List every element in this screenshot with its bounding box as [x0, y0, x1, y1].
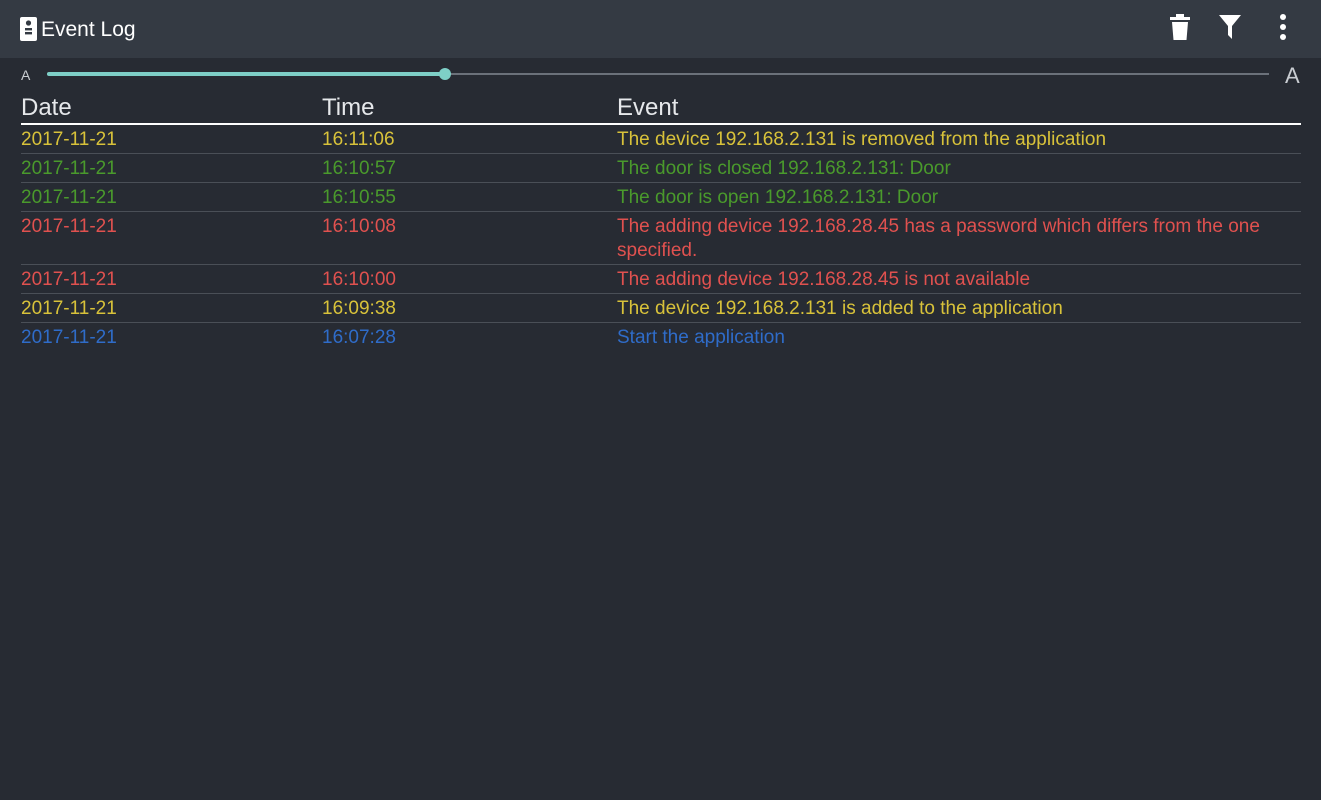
app-bar: Event Log	[0, 0, 1321, 58]
page-title: Event Log	[41, 18, 136, 41]
column-header-date: Date	[21, 94, 72, 121]
font-size-small-label: A	[21, 67, 31, 83]
font-size-slider[interactable]	[47, 64, 1269, 84]
cell-time: 16:10:00	[322, 269, 396, 290]
font-size-large-label: A	[1285, 63, 1300, 88]
cell-event: The door is closed 192.168.2.131: Door	[617, 158, 951, 179]
delete-button[interactable]	[1163, 12, 1197, 46]
table-row[interactable]: 2017-11-21 16:10:57 The door is closed 192…	[21, 154, 1301, 183]
cell-date: 2017-11-21	[21, 129, 117, 150]
cell-date: 2017-11-21	[21, 187, 117, 208]
table-row[interactable]: 2017-11-21 16:11:06 The device 192.168.2.1…	[21, 125, 1301, 154]
cell-event: The device 192.168.2.131 is added to the…	[617, 298, 1063, 319]
trash-icon	[1170, 13, 1190, 45]
cell-event: The door is open 192.168.2.131: Door	[617, 187, 939, 208]
table-row[interactable]: 2017-11-21 16:10:55 The door is open 192.1…	[21, 183, 1301, 212]
cell-time: 16:11:06	[322, 129, 395, 150]
filter-button[interactable]	[1213, 12, 1247, 46]
table-row[interactable]: 2017-11-21 16:07:28 Start the application	[21, 323, 1301, 351]
cell-date: 2017-11-21	[21, 298, 117, 319]
cell-date: 2017-11-21	[21, 158, 117, 179]
cell-time: 16:10:08	[322, 216, 396, 237]
column-header-time: Time	[322, 94, 375, 121]
cell-time: 16:07:28	[322, 327, 396, 348]
cell-date: 2017-11-21	[21, 216, 117, 237]
cell-time: 16:09:38	[322, 298, 396, 319]
cell-event: Start the application	[617, 327, 785, 348]
table-header: Date Time Event	[21, 94, 1301, 125]
table-row[interactable]: 2017-11-21 16:09:38 The device 192.168.2.1…	[21, 294, 1301, 323]
more-options-button[interactable]	[1266, 12, 1300, 46]
more-vert-icon	[1280, 13, 1286, 45]
column-header-event: Event	[617, 94, 679, 121]
cell-event: The adding device 192.168.28.45 is not a…	[617, 269, 1031, 290]
cell-event: The device 192.168.2.131 is removed from…	[617, 129, 1107, 150]
slider-thumb[interactable]	[439, 68, 452, 80]
doorbell-icon	[20, 17, 37, 41]
event-table: Date Time Event 2017-11-21 16:11:06 The de…	[21, 94, 1301, 351]
table-row[interactable]: 2017-11-21 16:10:00 The adding device 192.…	[21, 265, 1301, 294]
cell-time: 16:10:55	[322, 187, 396, 208]
cell-event: The adding device 192.168.28.45 has a pa…	[617, 216, 1260, 261]
table-row[interactable]: 2017-11-21 16:10:08 The adding device 192.…	[21, 212, 1301, 265]
cell-time: 16:10:57	[322, 158, 396, 179]
slider-fill	[47, 72, 446, 76]
filter-icon	[1219, 14, 1241, 44]
cell-date: 2017-11-21	[21, 269, 117, 290]
table-body: 2017-11-21 16:11:06 The device 192.168.2.1…	[21, 125, 1301, 351]
cell-date: 2017-11-21	[21, 327, 117, 348]
